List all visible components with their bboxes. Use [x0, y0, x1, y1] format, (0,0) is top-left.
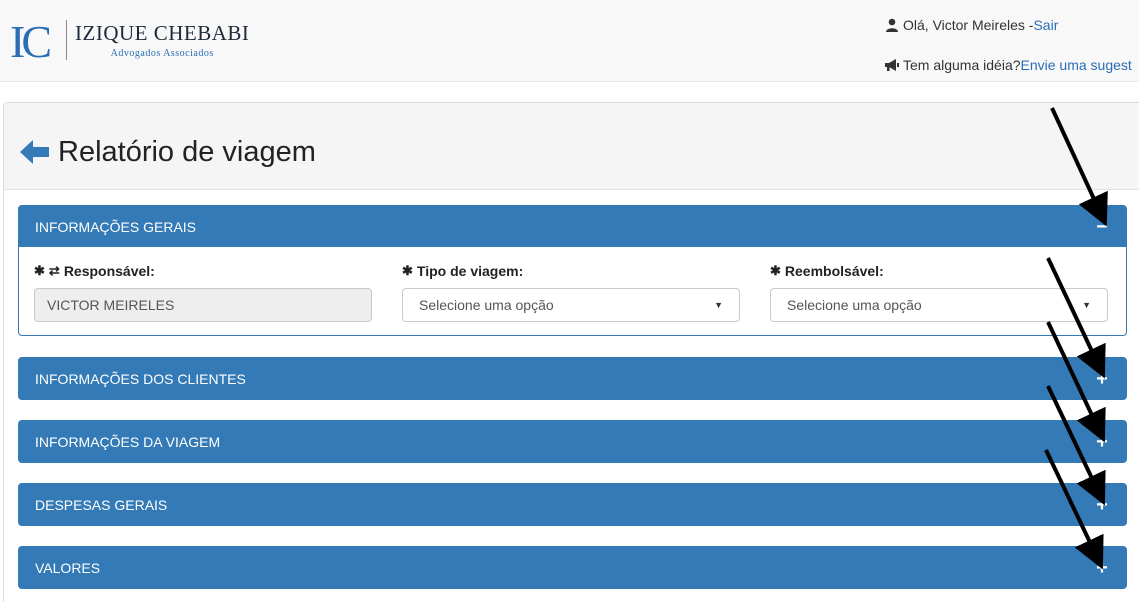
responsavel-label: ✱ ⇄ Responsável: — [34, 263, 372, 279]
megaphone-icon — [884, 57, 900, 73]
section-trip-info-header[interactable]: INFORMAÇÕES DA VIAGEM + — [19, 421, 1126, 462]
send-suggestion-link[interactable]: Envie uma sugest — [1021, 57, 1132, 73]
section-title: DESPESAS GERAIS — [35, 496, 168, 513]
general-info-form: ✱ ⇄ Responsável: VICTOR MEIRELES ✱ Tipo … — [19, 247, 1126, 336]
asterisk-icon: ✱ — [34, 263, 45, 278]
section-title: INFORMAÇÕES DA VIAGEM — [35, 433, 221, 450]
section-clients-info-header[interactable]: INFORMAÇÕES DOS CLIENTES + — [19, 358, 1126, 399]
section-title: INFORMAÇÕES GERAIS — [35, 218, 197, 235]
section-general-info-header[interactable]: INFORMAÇÕES GERAIS − — [19, 206, 1126, 247]
section-general-info: INFORMAÇÕES GERAIS − ✱ ⇄ Responsável: VI… — [18, 205, 1127, 336]
select-value: Selecione uma opção — [787, 297, 922, 313]
section-general-expenses: DESPESAS GERAIS + — [18, 483, 1127, 526]
asterisk-icon: ✱ — [402, 263, 413, 278]
swap-icon[interactable]: ⇄ — [49, 263, 60, 279]
field-tipo-viagem: ✱ Tipo de viagem: Selecione uma opção ▼ — [402, 263, 740, 322]
label-text: Tipo de viagem: — [416, 263, 524, 279]
page-heading: Relatório de viagem — [4, 103, 1139, 190]
company-logo[interactable]: IC IZIQUE CHEBABI Advogados Associados — [10, 16, 249, 67]
label-text: Responsável: — [63, 263, 155, 279]
select-value: Selecione uma opção — [419, 297, 554, 313]
expand-icon[interactable]: + — [1092, 495, 1112, 515]
section-values-header[interactable]: VALORES + — [19, 547, 1126, 588]
reembolsavel-select[interactable]: Selecione uma opção ▼ — [770, 288, 1108, 322]
suggestion-line: Tem alguma idéia? Envie uma sugest — [884, 57, 1139, 73]
section-values: VALORES + — [18, 546, 1127, 589]
section-clients-info: INFORMAÇÕES DOS CLIENTES + — [18, 357, 1127, 400]
tipo-viagem-label: ✱ Tipo de viagem: — [402, 263, 740, 279]
page-panel: Relatório de viagem — [3, 102, 1139, 602]
section-title: INFORMAÇÕES DOS CLIENTES — [35, 370, 246, 387]
logo-subtitle: Advogados Associados — [110, 48, 214, 59]
asterisk-icon: ✱ — [770, 263, 781, 278]
page-title: Relatório de viagem — [58, 136, 316, 168]
expand-icon[interactable]: + — [1092, 369, 1112, 389]
arrow-left-icon[interactable] — [20, 139, 50, 165]
logo-divider — [66, 20, 67, 60]
section-general-expenses-header[interactable]: DESPESAS GERAIS + — [19, 484, 1126, 525]
greeting-text: Olá, Victor Meireles - — [903, 17, 1034, 33]
suggestion-prompt: Tem alguma idéia? — [903, 57, 1021, 73]
reembolsavel-label: ✱ Reembolsável: — [770, 263, 1108, 279]
logo-mark: IC — [10, 16, 62, 67]
tipo-viagem-select[interactable]: Selecione uma opção ▼ — [402, 288, 740, 322]
collapse-icon[interactable]: − — [1092, 217, 1112, 237]
logout-link[interactable]: Sair — [1033, 17, 1058, 33]
user-icon — [884, 17, 900, 33]
field-responsavel: ✱ ⇄ Responsável: VICTOR MEIRELES — [34, 263, 372, 322]
field-reembolsavel: ✱ Reembolsável: Selecione uma opção ▼ — [770, 263, 1108, 322]
expand-icon[interactable]: + — [1092, 432, 1112, 452]
logo-name: IZIQUE CHEBABI — [75, 21, 250, 45]
label-text: Reembolsável: — [784, 263, 884, 279]
expand-icon[interactable]: + — [1092, 558, 1112, 578]
responsavel-input[interactable]: VICTOR MEIRELES — [34, 288, 372, 322]
section-title: VALORES — [35, 559, 101, 576]
logo-text: IZIQUE CHEBABI Advogados Associados — [75, 21, 249, 59]
section-trip-info: INFORMAÇÕES DA VIAGEM + — [18, 420, 1127, 463]
user-greeting: Olá, Victor Meireles - Sair — [884, 17, 1058, 33]
caret-down-icon: ▼ — [1082, 300, 1091, 310]
caret-down-icon: ▼ — [714, 300, 723, 310]
top-navbar: IC IZIQUE CHEBABI Advogados Associados O… — [0, 0, 1139, 82]
svg-text:IC: IC — [10, 17, 50, 63]
